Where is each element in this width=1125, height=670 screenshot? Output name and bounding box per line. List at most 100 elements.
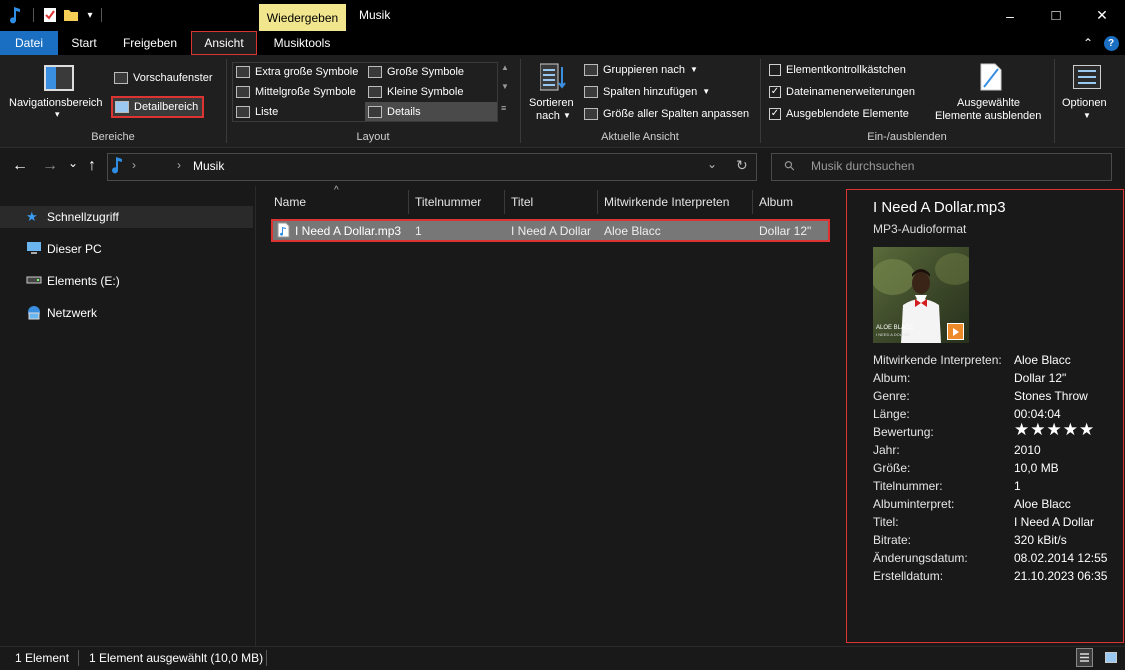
maximize-button[interactable]: □ [1033, 0, 1079, 31]
minimize-button[interactable]: – [987, 0, 1033, 31]
play-icon[interactable] [947, 323, 964, 340]
prop-label: Änderungsdatum: [873, 551, 968, 565]
detailbereich-button[interactable]: Detailbereich [111, 96, 205, 118]
ausgewaehlte-ausblenden-button[interactable]: Ausgewählte [957, 97, 1020, 109]
quick-access-separator [101, 8, 102, 22]
recent-locations-button[interactable]: ⌄ [68, 156, 78, 170]
preview-pane-icon [114, 71, 128, 84]
tab-start[interactable]: Start [58, 31, 110, 55]
prop-label: Bewertung: [873, 425, 934, 439]
context-tab-wiedergeben[interactable]: Wiedergeben [259, 4, 346, 31]
column-header-titel[interactable]: Titel [505, 190, 598, 214]
navigationsbereich-button[interactable]: Navigationsbereich [9, 97, 103, 109]
prop-value[interactable]: Aloe Blacc [1014, 497, 1071, 511]
large-icons-view-button[interactable] [1102, 648, 1119, 667]
cover-text-title: I NEED A DOLLAR [876, 332, 910, 337]
navigation-pane-icon [44, 65, 74, 91]
close-button[interactable]: ✕ [1079, 0, 1125, 31]
details-filetype: MP3-Audioformat [873, 222, 967, 236]
sortieren-button-line2[interactable]: nach [536, 110, 560, 122]
prop-value: 00:04:04 [1014, 407, 1061, 421]
file-name-cell: I Need A Dollar.mp3 [295, 224, 402, 238]
prop-value: 08.02.2014 12:55 [1014, 551, 1108, 565]
kontrollkaestchen-label: Elementkontrollkästchen [786, 63, 906, 76]
nav-item-label: Schnellzugriff [47, 210, 119, 224]
layout-details[interactable]: Details [365, 102, 497, 121]
prop-label: Album: [873, 371, 911, 385]
prop-value[interactable]: I Need A Dollar [1014, 515, 1094, 529]
column-header-album[interactable]: Album [753, 190, 833, 214]
nav-item-schnellzugriff[interactable]: ★ Schnellzugriff [0, 206, 253, 228]
column-header-titelnummer[interactable]: Titelnummer [409, 190, 505, 214]
music-note-icon[interactable] [8, 6, 24, 24]
breadcrumb-musik[interactable]: Musik [193, 159, 224, 173]
layout-small[interactable]: Kleine Symbole [368, 82, 463, 101]
breadcrumb-separator-icon[interactable]: › [177, 158, 181, 172]
tab-ansicht[interactable]: Ansicht [191, 31, 257, 55]
tab-musiktools[interactable]: Musiktools [262, 31, 342, 55]
vorschaufenster-label: Vorschaufenster [133, 71, 213, 84]
prop-label: Erstelldatum: [873, 569, 944, 583]
spalten-button[interactable]: Spalten hinzufügen ▼ [584, 82, 710, 101]
layout-list[interactable]: Liste [236, 102, 278, 121]
group-separator [520, 59, 521, 143]
rating-stars-icon[interactable]: ★★★★★ [1014, 420, 1095, 440]
help-button[interactable]: ? [1102, 31, 1120, 55]
prop-value[interactable]: 1 [1014, 479, 1021, 493]
prop-value[interactable]: Dollar 12" [1014, 371, 1066, 385]
breadcrumb-separator-icon[interactable]: › [132, 158, 136, 172]
file-title-cell: I Need A Dollar [511, 224, 592, 238]
prop-value: 21.10.2023 06:35 [1014, 569, 1108, 583]
tab-freigeben[interactable]: Freigeben [112, 31, 188, 55]
prop-value[interactable]: 2010 [1014, 443, 1041, 457]
sort-icon [539, 63, 566, 91]
layout-medium[interactable]: Mittelgroße Symbole [236, 82, 356, 101]
gallery-scroll-down-icon[interactable]: ▼ [501, 82, 509, 91]
prop-value[interactable]: Stones Throw [1014, 389, 1088, 403]
vorschaufenster-button[interactable]: Vorschaufenster [114, 68, 213, 87]
nav-item-elements[interactable]: Elements (E:) [0, 270, 253, 292]
prop-value[interactable]: Aloe Blacc [1014, 353, 1071, 367]
details-view-button[interactable] [1076, 648, 1093, 667]
group-label-aktuelle-ansicht: Aktuelle Ansicht [601, 131, 679, 143]
layout-details-label: Details [387, 105, 421, 118]
gruppieren-button[interactable]: Gruppieren nach ▼ [584, 60, 698, 79]
forward-button[interactable]: → [42, 157, 58, 175]
sortieren-button[interactable]: Sortieren [529, 97, 574, 109]
layout-extra-large[interactable]: Extra große Symbole [236, 62, 358, 81]
back-button[interactable]: ← [12, 157, 28, 175]
gallery-scroll-up-icon[interactable]: ▲ [501, 63, 509, 72]
status-separator [78, 650, 79, 666]
erweiterungen-label: Dateinamenerweiterungen [786, 85, 916, 98]
prop-label: Albuminterpret: [873, 497, 955, 511]
tab-datei[interactable]: Datei [0, 31, 58, 55]
checkbox-checked-icon: ✓ [769, 85, 781, 98]
list-icon [236, 105, 250, 118]
extra-large-icons-icon [236, 65, 250, 78]
ausgewaehlte-ausblenden-button-line2[interactable]: Elemente ausblenden [935, 110, 1041, 122]
groesse-button[interactable]: Größe aller Spalten anpassen [584, 104, 749, 123]
layout-large[interactable]: Große Symbole [368, 62, 464, 81]
ribbon-collapse-icon[interactable]: ⌃ [1080, 31, 1096, 55]
nav-item-dieser-pc[interactable]: Dieser PC [0, 238, 253, 260]
column-header-name[interactable]: Name [268, 190, 409, 214]
quick-access-separator [33, 8, 34, 22]
up-button[interactable]: ↑ [88, 157, 96, 175]
refresh-button[interactable]: ↻ [736, 157, 748, 174]
checklist-icon[interactable] [42, 6, 58, 24]
prop-label: Genre: [873, 389, 910, 403]
optionen-button[interactable]: Optionen [1062, 97, 1107, 109]
star-icon: ★ [26, 209, 38, 224]
address-dropdown-icon[interactable]: ⌄ [707, 157, 717, 171]
folder-icon[interactable] [63, 6, 79, 24]
gallery-more-icon[interactable]: ≡ [501, 103, 506, 113]
prop-label: Jahr: [873, 443, 900, 457]
prop-label: Bitrate: [873, 533, 912, 547]
hide-selected-icon [980, 63, 1002, 91]
customize-chevron-icon[interactable]: ▾ [84, 6, 96, 24]
kontrollkaestchen-toggle[interactable]: Elementkontrollkästchen [769, 60, 906, 79]
ausgeblendete-toggle[interactable]: ✓ Ausgeblendete Elemente [769, 104, 909, 123]
erweiterungen-toggle[interactable]: ✓ Dateinamenerweiterungen [769, 82, 915, 101]
nav-item-netzwerk[interactable]: Netzwerk [0, 302, 253, 324]
column-header-interpreten[interactable]: Mitwirkende Interpreten [598, 190, 753, 214]
